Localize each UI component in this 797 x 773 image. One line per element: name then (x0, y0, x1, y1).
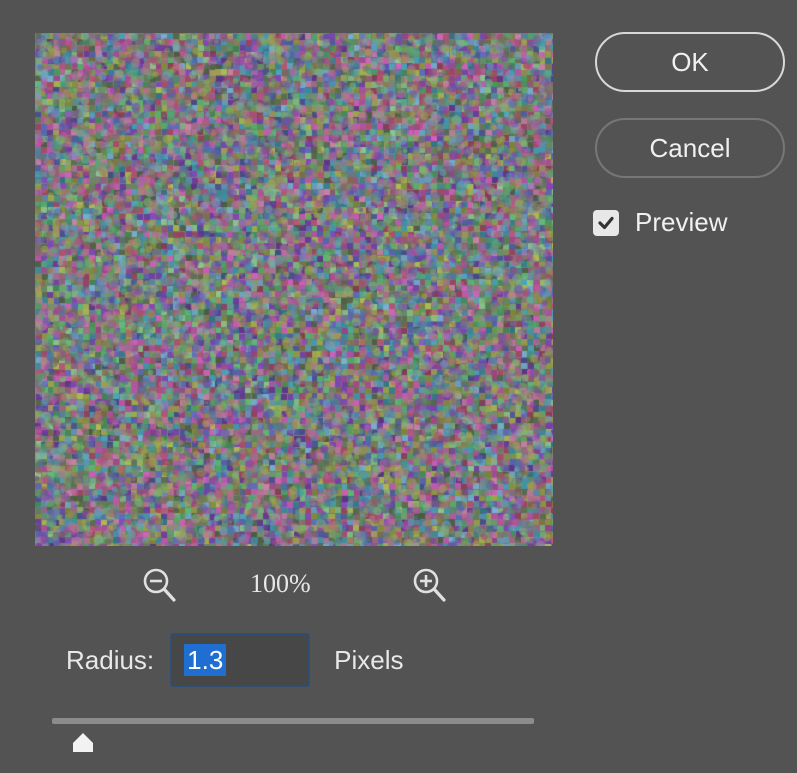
radius-row: Radius: 1.3 Pixels (66, 632, 404, 688)
zoom-in-icon[interactable] (412, 567, 448, 605)
slider-track[interactable] (52, 718, 534, 724)
noise-preview-canvas[interactable] (35, 33, 553, 546)
checkbox-box[interactable] (593, 209, 619, 236)
filter-dialog: OK Cancel Preview 100% Radius: 1.3 Pixel… (0, 0, 797, 773)
slider-thumb[interactable] (70, 730, 96, 754)
radius-label: Radius: (66, 644, 155, 675)
radius-value[interactable]: 1.3 (184, 643, 227, 677)
preview-image[interactable] (35, 33, 553, 546)
radius-slider[interactable] (52, 714, 534, 758)
radius-input[interactable]: 1.3 (170, 633, 311, 687)
cancel-button[interactable]: Cancel (595, 118, 785, 178)
checkmark-icon (598, 216, 614, 229)
preview-label: Preview (635, 207, 728, 237)
slider-thumb-icon (73, 733, 94, 752)
zoom-out-icon[interactable] (142, 567, 178, 605)
ok-button-label: OK (671, 46, 709, 77)
zoom-controls: 100% (140, 563, 460, 607)
radius-units-label: Pixels (334, 644, 404, 675)
preview-checkbox[interactable]: Preview (593, 207, 727, 238)
cancel-button-label: Cancel (649, 132, 731, 163)
zoom-level: 100% (250, 569, 311, 598)
ok-button[interactable]: OK (595, 32, 785, 92)
